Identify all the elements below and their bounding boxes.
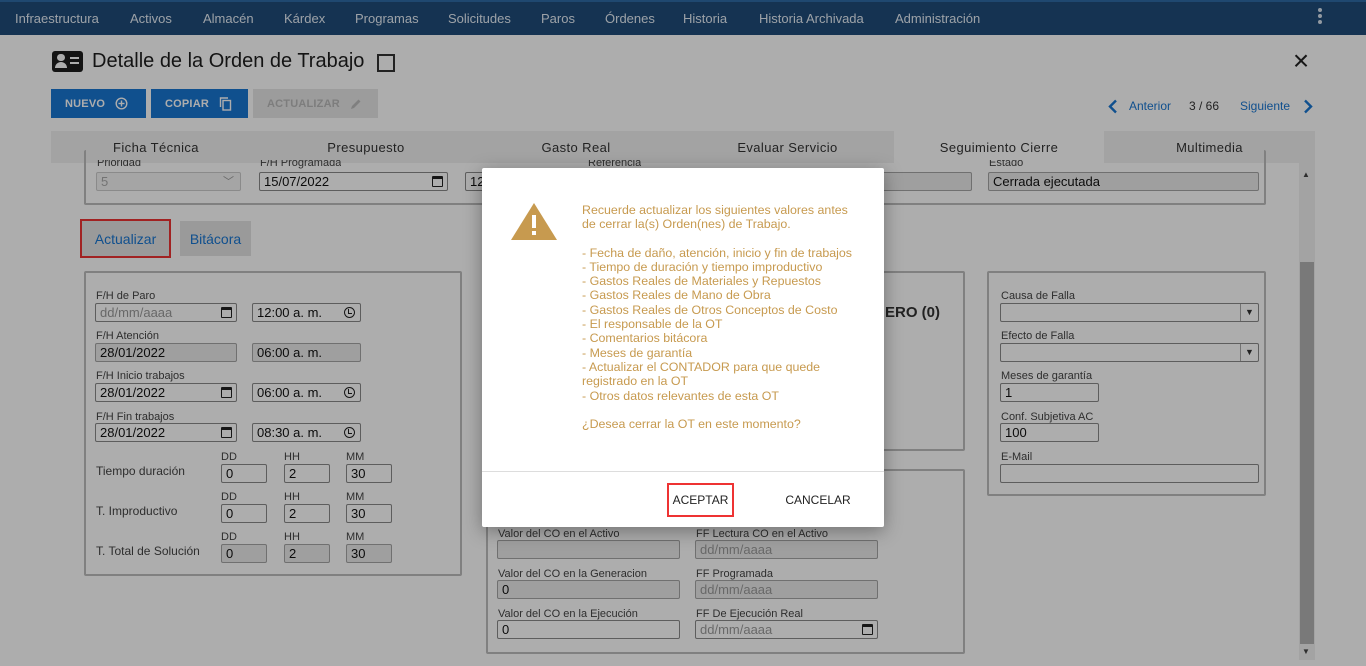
dialog-items: - Fecha de daño, atención, inicio y fin … bbox=[582, 245, 853, 403]
aceptar-button[interactable]: ACEPTAR bbox=[667, 483, 734, 517]
cancelar-button[interactable]: CANCELAR bbox=[778, 483, 858, 517]
dialog-intro: Recuerde actualizar los siguientes valor… bbox=[582, 203, 848, 232]
confirm-dialog: Recuerde actualizar los siguientes valor… bbox=[482, 168, 884, 527]
dialog-message: Recuerde actualizar los siguientes valor… bbox=[582, 203, 862, 431]
warning-icon bbox=[511, 203, 557, 240]
dialog-question: ¿Desea cerrar la OT en este momento? bbox=[582, 416, 801, 431]
